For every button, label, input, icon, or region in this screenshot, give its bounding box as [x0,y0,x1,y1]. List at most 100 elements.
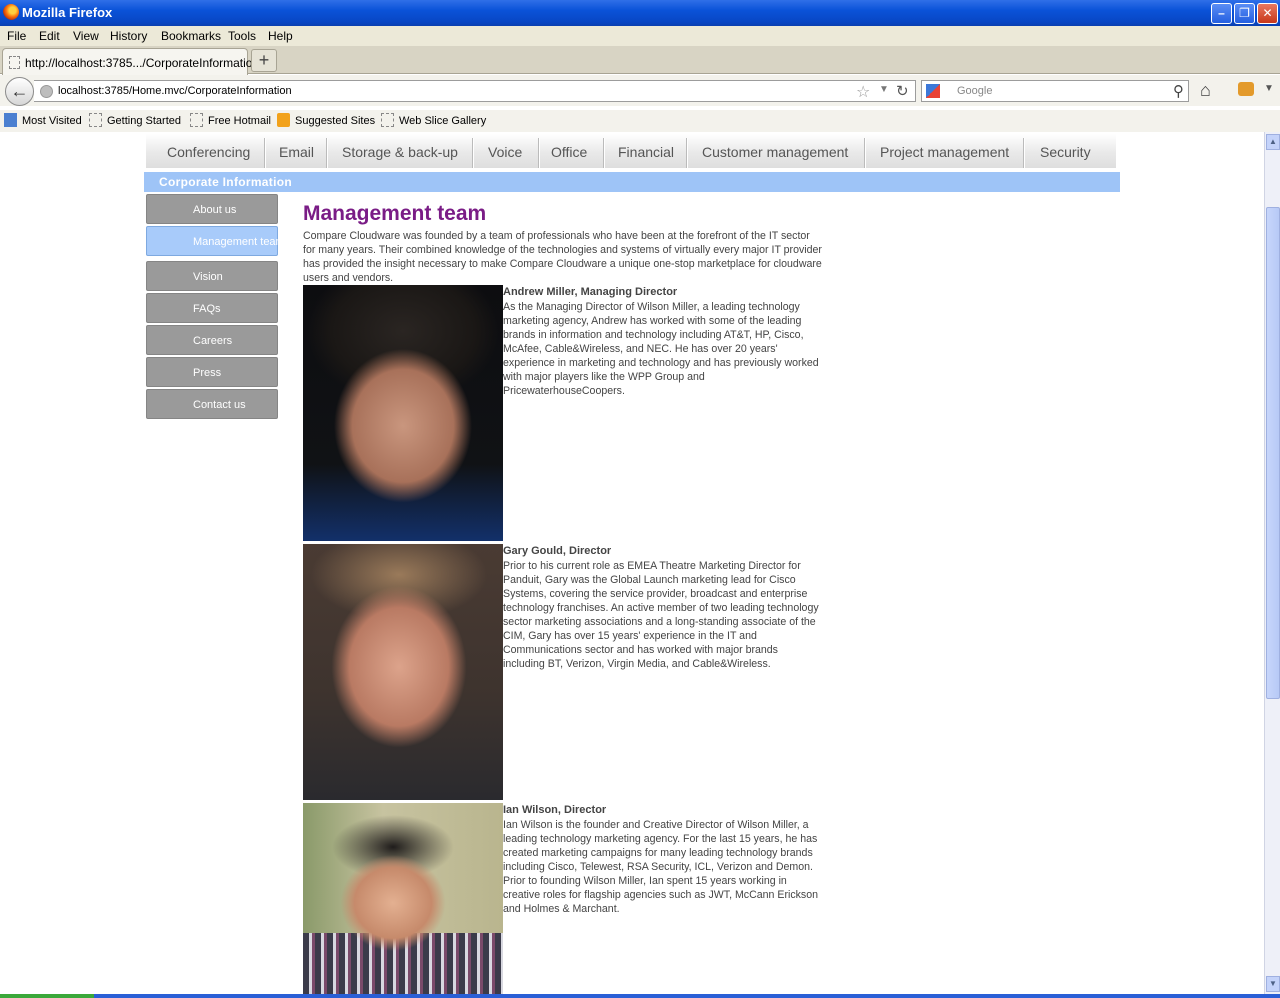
member-bio: Ian Wilson is the founder and Creative D… [503,819,818,915]
sidebar-item-careers[interactable]: Careers [146,325,278,355]
windows-taskbar [0,994,1280,998]
section-header-bar: Corporate Information [144,172,1120,192]
ian-wilson-photo [303,803,503,994]
sidebar-item-contact-us[interactable]: Contact us [146,389,278,419]
bookmark-label: Most Visited [22,115,82,127]
url-bar[interactable]: localhost:3785/Home.mvc/CorporateInforma… [34,80,916,102]
close-button[interactable]: ✕ [1257,3,1278,24]
nav-customer-management[interactable]: Customer management [702,144,848,160]
scroll-up-icon[interactable]: ▲ [1266,134,1280,150]
addon-icon[interactable] [1238,82,1254,96]
sidebar-item-management-team[interactable]: Management team [146,226,285,256]
restore-button[interactable]: ❐ [1234,3,1255,24]
home-icon[interactable]: ⌂ [1200,80,1211,101]
nav-financial[interactable]: Financial [618,144,674,160]
minimize-button[interactable]: – [1211,3,1232,24]
nav-separator [603,138,605,168]
firefox-logo-icon [3,4,19,20]
bookmark-getting-started[interactable]: Getting Started [89,113,181,127]
scroll-down-icon[interactable]: ▼ [1266,976,1280,992]
menu-bar: File Edit View History Bookmarks Tools H… [0,26,1280,46]
window-title: Mozilla Firefox [22,5,113,20]
sidebar-item-label: Press [193,367,222,379]
bookmark-web-slice-gallery[interactable]: Web Slice Gallery [381,113,486,127]
back-button[interactable]: ← [5,77,34,106]
menu-help[interactable]: Help [268,29,293,43]
nav-separator [326,138,328,168]
sidebar-item-press[interactable]: Press [146,357,278,387]
globe-icon [40,85,53,98]
intro-paragraph: Compare Cloudware was founded by a team … [303,230,822,284]
navigation-toolbar: ← localhost:3785/Home.mvc/CorporateInfor… [0,75,1280,106]
blank-page-icon [9,56,20,69]
member-bio: Prior to his current role as EMEA Theatr… [503,560,819,670]
menu-tools[interactable]: Tools [228,29,256,43]
sidebar-item-label: FAQs [193,303,221,315]
suggested-sites-icon [277,113,290,127]
window-title-bar: Mozilla Firefox – ❐ ✕ [0,0,1280,26]
bookmark-label: Web Slice Gallery [399,115,487,127]
nav-separator [686,138,688,168]
nav-office[interactable]: Office [551,144,587,160]
reload-icon[interactable]: ↻ [896,82,909,100]
member-name: Gary Gould, Director [503,545,612,557]
search-icon[interactable]: ⚲ [1173,82,1184,100]
page-title: Management team [303,202,487,225]
vertical-scrollbar[interactable]: ▲ ▼ [1264,132,1280,994]
nav-storage-backup[interactable]: Storage & back-up [342,144,458,160]
nav-project-management[interactable]: Project management [880,144,1009,160]
new-tab-button[interactable]: + [251,49,277,72]
nav-conferencing[interactable]: Conferencing [167,144,250,160]
addon-dropdown-icon[interactable]: ▼ [1264,83,1274,94]
bookmark-label: Getting Started [107,115,181,127]
menu-file[interactable]: File [7,29,26,43]
menu-bookmarks[interactable]: Bookmarks [161,29,221,43]
menu-edit[interactable]: Edit [39,29,60,43]
nav-voice[interactable]: Voice [488,144,522,160]
nav-separator [1023,138,1025,168]
tab-strip: http://localhost:3785.../CorporateInform… [0,46,1280,75]
tab-label: http://localhost:3785.../CorporateInform… [25,56,260,70]
nav-separator [538,138,540,168]
site-top-nav: Conferencing Email Storage & back-up Voi… [146,134,1116,168]
blank-page-icon [190,113,203,127]
bookmark-free-hotmail[interactable]: Free Hotmail [190,113,271,127]
menu-history[interactable]: History [110,29,147,43]
menu-view[interactable]: View [73,29,99,43]
sidebar-item-label: Management team [193,236,285,248]
tab-corporate-information[interactable]: http://localhost:3785.../CorporateInform… [2,48,259,75]
nav-separator [472,138,474,168]
bookmarks-toolbar: Most Visited Getting Started Free Hotmai… [0,110,1280,132]
sidebar-item-vision[interactable]: Vision [146,261,278,291]
bookmark-label: Suggested Sites [295,115,376,127]
andrew-miller-photo [303,285,503,541]
most-visited-icon [4,113,17,127]
nav-security[interactable]: Security [1040,144,1091,160]
sidebar-item-label: Careers [193,335,233,347]
bookmark-label: Free Hotmail [208,115,271,127]
sidebar-item-label: About us [193,204,237,216]
search-input[interactable]: Google ⚲ [921,80,1189,102]
page-viewport: Conferencing Email Storage & back-up Voi… [0,132,1264,994]
blank-page-icon [89,113,102,127]
sidebar-item-about-us[interactable]: About us [146,194,278,224]
nav-separator [864,138,866,168]
sidebar-item-label: Contact us [193,399,246,411]
bookmark-suggested-sites[interactable]: Suggested Sites [277,113,375,127]
member-name: Ian Wilson, Director [503,804,607,816]
bookmark-star-icon[interactable]: ☆ [856,82,870,102]
bookmark-most-visited[interactable]: Most Visited [4,113,82,127]
google-engine-icon[interactable] [926,84,940,98]
section-title: Corporate Information [159,175,292,189]
member-bio: As the Managing Director of Wilson Mille… [503,301,819,397]
nav-separator [264,138,266,168]
nav-email[interactable]: Email [279,144,314,160]
blank-page-icon [381,113,394,127]
scrollbar-thumb[interactable] [1266,207,1280,699]
url-dropdown-icon[interactable]: ▼ [879,84,889,95]
search-placeholder: Google [957,85,993,97]
member-name: Andrew Miller, Managing Director [503,286,678,298]
sidebar-item-faqs[interactable]: FAQs [146,293,278,323]
url-text: localhost:3785/Home.mvc/CorporateInforma… [58,85,292,97]
sidebar-item-label: Vision [193,271,223,283]
